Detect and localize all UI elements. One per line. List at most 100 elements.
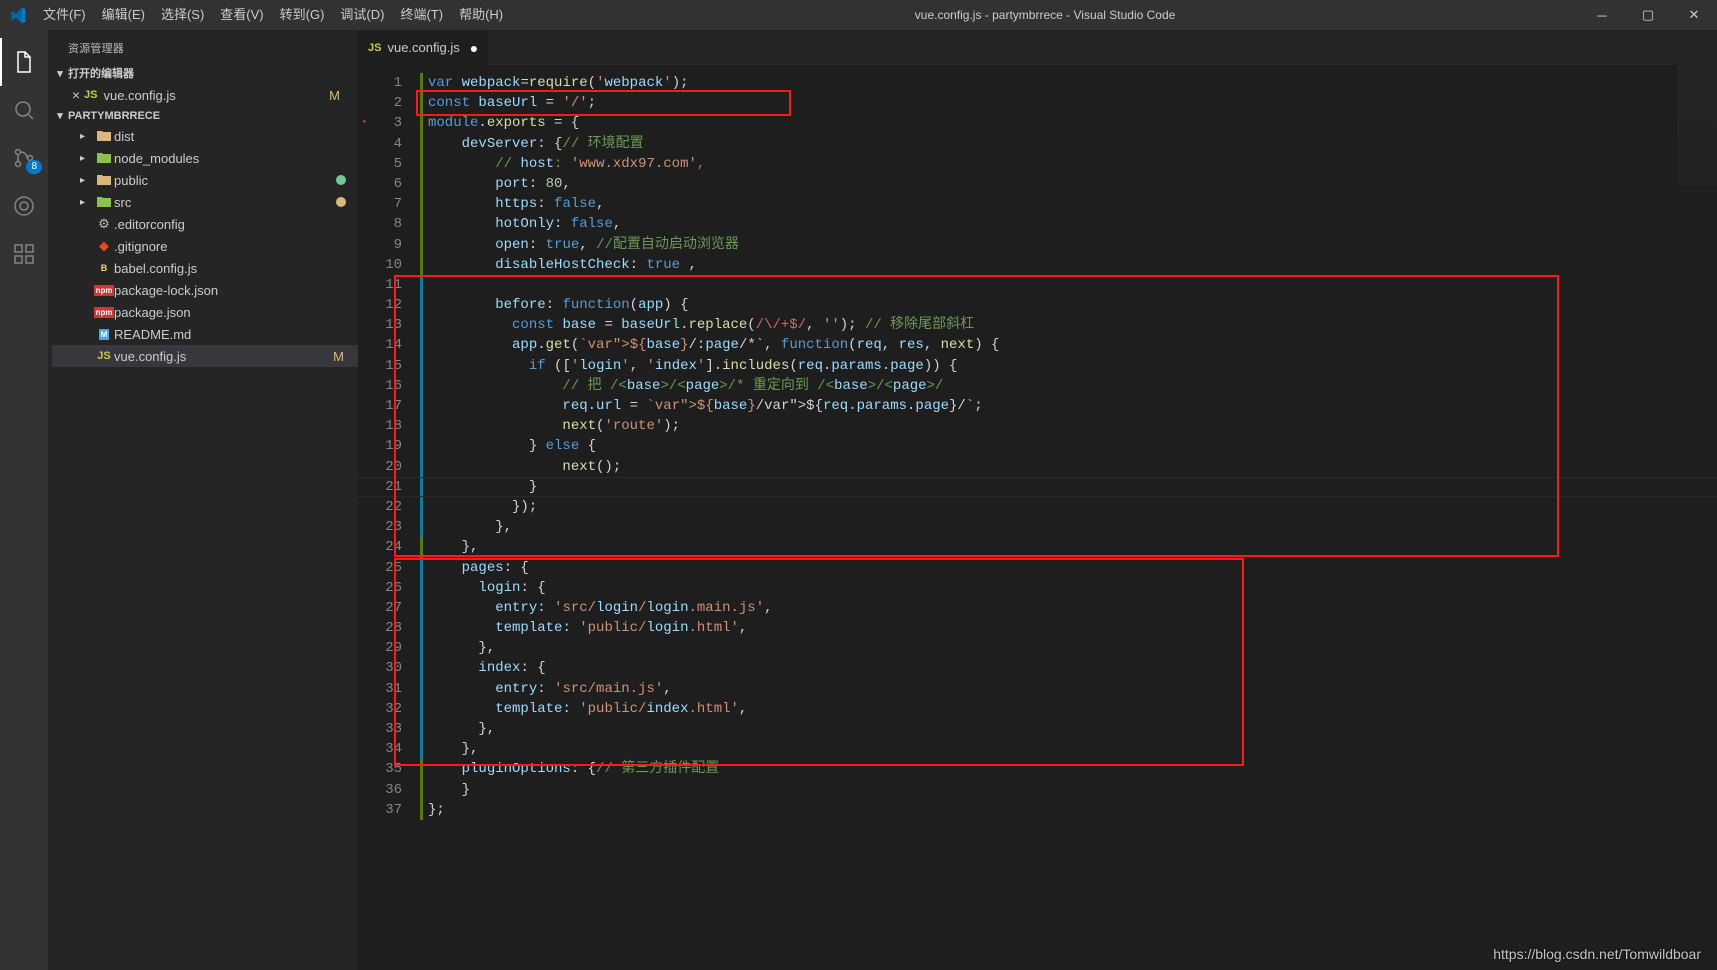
line-number: 22 — [358, 497, 402, 517]
editor-area: JS vue.config.js ● 123▸45678910111213141… — [358, 30, 1717, 970]
code-line[interactable]: // host: 'www.xdx97.com', — [420, 154, 999, 174]
line-number: 3▸ — [358, 113, 402, 133]
close-button[interactable]: ✕ — [1671, 0, 1717, 30]
folder-icon — [94, 174, 114, 186]
code-line[interactable]: entry: 'src/main.js', — [420, 679, 999, 699]
tree-item-label: babel.config.js — [114, 261, 358, 276]
line-number: 2 — [358, 93, 402, 113]
menu-view[interactable]: 查看(V) — [212, 0, 271, 30]
file-readme-md[interactable]: MREADME.md — [52, 323, 358, 345]
code-line[interactable]: }, — [420, 638, 999, 658]
menu-debug[interactable]: 调试(D) — [332, 0, 392, 30]
tree-item-label: vue.config.js — [114, 349, 333, 364]
code-line[interactable]: before: function(app) { — [420, 295, 999, 315]
minimap[interactable] — [1677, 65, 1717, 365]
line-number: 36 — [358, 780, 402, 800]
folder-src[interactable]: ▸src — [52, 191, 358, 213]
code-line[interactable]: // 把 /<base>/<page>/* 重定向到 /<base>/<page… — [420, 376, 999, 396]
code-line[interactable]: } else { — [420, 436, 999, 456]
minimize-button[interactable]: ─ — [1579, 0, 1625, 30]
dirty-indicator: ● — [470, 40, 478, 56]
menu-edit[interactable]: 编辑(E) — [94, 0, 153, 30]
menu-terminal[interactable]: 终端(T) — [392, 0, 451, 30]
line-number: 27 — [358, 598, 402, 618]
line-number: 20 — [358, 457, 402, 477]
code-line[interactable]: open: true, //配置自动启动浏览器 — [420, 235, 999, 255]
tree-item-label: .editorconfig — [114, 217, 358, 232]
project-header[interactable]: ▾ PARTYMBRRECE — [48, 106, 358, 125]
menu-help[interactable]: 帮助(H) — [451, 0, 511, 30]
code-line[interactable]: hotOnly: false, — [420, 214, 999, 234]
line-number: 7 — [358, 194, 402, 214]
code-line[interactable]: devServer: {// 环境配置 — [420, 134, 999, 154]
code-content[interactable]: var webpack=require('webpack');const bas… — [420, 65, 999, 970]
code-line[interactable]: next(); — [420, 457, 999, 477]
code-line[interactable]: pages: { — [420, 558, 999, 578]
line-number: 23 — [358, 517, 402, 537]
file-icon: ◆ — [94, 238, 114, 254]
folder-icon — [94, 130, 114, 142]
code-line[interactable]: app.get(`var">${base}/:page/*`, function… — [420, 335, 999, 355]
code-editor[interactable]: 123▸456789101112131415161718192021222324… — [358, 65, 1717, 970]
code-line[interactable]: }, — [420, 517, 999, 537]
debug-icon[interactable] — [0, 182, 48, 230]
code-line[interactable]: const baseUrl = '/'; — [420, 93, 999, 113]
code-line[interactable]: }, — [420, 739, 999, 759]
code-line[interactable]: module.exports = { — [420, 113, 999, 133]
code-line[interactable]: login: { — [420, 578, 999, 598]
search-icon[interactable] — [0, 86, 48, 134]
code-line[interactable]: template: 'public/login.html', — [420, 618, 999, 638]
file--editorconfig[interactable]: ⚙.editorconfig — [52, 213, 358, 235]
code-line[interactable]: disableHostCheck: true , — [420, 255, 999, 275]
code-line[interactable]: https: false, — [420, 194, 999, 214]
line-number: 17 — [358, 396, 402, 416]
extensions-icon[interactable] — [0, 230, 48, 278]
line-number: 1 — [358, 73, 402, 93]
line-number: 24 — [358, 537, 402, 557]
tree-item-label: public — [114, 173, 336, 188]
code-line[interactable]: }, — [420, 719, 999, 739]
code-line[interactable]: next('route'); — [420, 416, 999, 436]
code-line[interactable]: const base = baseUrl.replace(/\/+$/, '')… — [420, 315, 999, 335]
code-line[interactable]: template: 'public/index.html', — [420, 699, 999, 719]
open-editor-item[interactable]: × JS vue.config.js M — [48, 84, 358, 106]
code-line[interactable]: port: 80, — [420, 174, 999, 194]
file-babel-config-js[interactable]: Bbabel.config.js — [52, 257, 358, 279]
code-line[interactable] — [420, 275, 999, 295]
tab-vue-config[interactable]: JS vue.config.js ● — [358, 30, 489, 65]
close-icon[interactable]: × — [68, 87, 84, 103]
explorer-icon[interactable] — [0, 38, 48, 86]
maximize-button[interactable]: ▢ — [1625, 0, 1671, 30]
file-package-lock-json[interactable]: npmpackage-lock.json — [52, 279, 358, 301]
file--gitignore[interactable]: ◆.gitignore — [52, 235, 358, 257]
folder-dist[interactable]: ▸dist — [52, 125, 358, 147]
line-number: 35 — [358, 759, 402, 779]
code-line[interactable]: if (['login', 'index'].includes(req.para… — [420, 356, 999, 376]
menu-go[interactable]: 转到(G) — [272, 0, 333, 30]
file-icon: npm — [94, 285, 114, 296]
code-line[interactable]: pluginOptions: {// 第三方插件配置 — [420, 759, 999, 779]
code-line[interactable]: entry: 'src/login/login.main.js', — [420, 598, 999, 618]
file-vue-config-js[interactable]: JSvue.config.jsM — [52, 345, 358, 367]
project-label: PARTYMBRRECE — [68, 110, 160, 122]
line-number: 11 — [358, 275, 402, 295]
folder-public[interactable]: ▸public — [52, 169, 358, 191]
line-number: 34 — [358, 739, 402, 759]
code-line[interactable]: }); — [420, 497, 999, 517]
code-line[interactable]: }, — [420, 537, 999, 557]
open-editors-header[interactable]: ▾ 打开的编辑器 — [48, 62, 358, 84]
code-line[interactable]: index: { — [420, 658, 999, 678]
file-package-json[interactable]: npmpackage.json — [52, 301, 358, 323]
code-line[interactable]: } — [420, 477, 999, 497]
code-line[interactable]: }; — [420, 800, 999, 820]
window-title: vue.config.js - partymbrrece - Visual St… — [511, 8, 1579, 22]
folder-node-modules[interactable]: ▸node_modules — [52, 147, 358, 169]
tree-item-label: package.json — [114, 305, 358, 320]
menu-file[interactable]: 文件(F) — [35, 0, 94, 30]
line-number: 14 — [358, 335, 402, 355]
menu-selection[interactable]: 选择(S) — [153, 0, 212, 30]
code-line[interactable]: req.url = `var">${base}/var">${req.param… — [420, 396, 999, 416]
code-line[interactable]: } — [420, 780, 999, 800]
source-control-icon[interactable]: 8 — [0, 134, 48, 182]
code-line[interactable]: var webpack=require('webpack'); — [420, 73, 999, 93]
